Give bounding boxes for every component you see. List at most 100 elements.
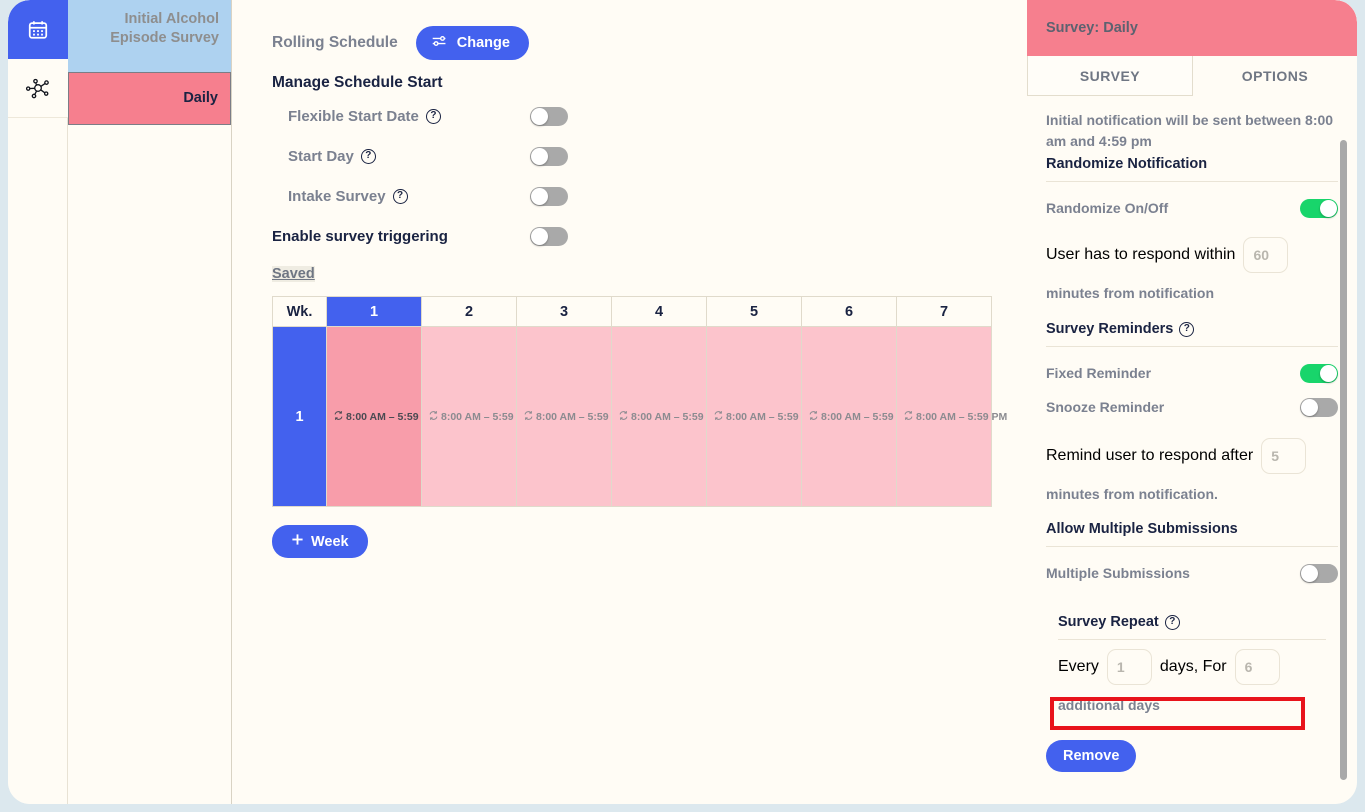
repeat-every-input[interactable] [1106,649,1152,685]
network-icon [25,76,51,100]
main-content: Rolling Schedule Change Manage Schedule … [232,0,1027,804]
tab-label: OPTIONS [1241,68,1309,84]
help-icon[interactable]: ? [360,148,376,164]
repeat-icon [428,410,439,424]
survey-repeat-heading: Survey Repeat ? [1058,614,1326,630]
randomize-label: Randomize On/Off [1046,200,1169,216]
help-icon[interactable]: ? [425,108,441,124]
fixed-reminder-row: Fixed Reminder [1046,356,1338,390]
icon-rail [8,0,68,804]
saved-link[interactable]: Saved [272,266,315,282]
multiple-submissions-label: Multiple Submissions [1046,565,1190,581]
fixed-reminder-toggle[interactable] [1300,363,1338,383]
snooze-reminder-toggle[interactable] [1300,397,1338,417]
tab-options[interactable]: OPTIONS [1193,56,1357,96]
grid-cell-w1-d5[interactable]: 8:00 AM – 5:59 PM [706,326,817,507]
start-day-toggle[interactable] [530,146,568,166]
rail-item-calendar[interactable] [8,0,68,59]
panel-body: Initial notification will be sent betwee… [1027,96,1357,804]
grid-cell-w1-d6[interactable]: 8:00 AM – 5:59 PM [801,326,912,507]
flexible-start-date-toggle[interactable] [530,106,568,126]
respond-within-suffix: minutes from notification [1046,285,1214,301]
randomize-toggle[interactable] [1300,198,1338,218]
option-row-start-day: Start Day ? [272,136,987,176]
grid-cell-w1-d3[interactable]: 8:00 AM – 5:59 PM [516,326,627,507]
survey-list-item-label: Daily [183,89,218,106]
divider [1058,639,1326,640]
change-button-label: Change [456,35,510,51]
schedule-grid-row: 1 8:00 AM – 5:59 PM 8:00 AM – 5:59 PM 8:… [272,326,1007,507]
enable-survey-triggering-toggle[interactable] [530,226,568,246]
grid-header-day-1[interactable]: 1 [326,296,422,327]
options-panel: Survey: Daily SURVEY OPTIONS Initial not… [1027,0,1357,804]
heading-text: Survey Repeat [1058,614,1159,630]
fixed-reminder-label: Fixed Reminder [1046,365,1152,381]
snooze-reminder-row: Snooze Reminder [1046,390,1338,424]
notification-window-text: Initial notification will be sent betwee… [1046,112,1334,149]
grid-header-day-2[interactable]: 2 [421,296,517,327]
help-icon[interactable]: ? [1164,614,1180,630]
heading-text: Allow Multiple Submissions [1046,521,1238,537]
help-icon[interactable]: ? [392,188,408,204]
repeat-icon [523,410,534,424]
grid-cell-w1-d4[interactable]: 8:00 AM – 5:59 PM [611,326,722,507]
respond-within-row: User has to respond within [1046,237,1338,273]
grid-cell-slot: 8:00 AM – 5:59 PM [903,410,1007,424]
grid-cell-w1-d2[interactable]: 8:00 AM – 5:59 PM [421,326,532,507]
plus-icon [291,533,304,550]
option-row-enable-triggering: Enable survey triggering [272,216,987,256]
divider [1046,346,1338,347]
grid-row-header-week-1: 1 [272,326,327,507]
grid-header-day-7[interactable]: 7 [896,296,992,327]
remind-after-row: Remind user to respond after [1046,438,1338,474]
tab-survey[interactable]: SURVEY [1027,56,1193,96]
calendar-icon [27,19,49,41]
repeat-for-input[interactable] [1234,649,1280,685]
repeat-icon [903,410,914,424]
grid-header-day-6[interactable]: 6 [801,296,897,327]
remind-after-suffix: minutes from notification. [1046,486,1218,502]
schedule-grid-header-row: Wk. 1 2 3 4 5 6 7 [272,296,992,327]
divider [1046,546,1338,547]
repeat-additional-days-label: additional days [1058,697,1160,713]
help-icon[interactable]: ? [1179,321,1195,337]
randomize-notification-heading: Randomize Notification [1046,156,1338,172]
survey-reminders-heading: Survey Reminders ? [1046,321,1338,337]
grid-cell-time: 8:00 AM – 5:59 PM [916,410,1008,423]
remove-button[interactable]: Remove [1046,740,1137,772]
grid-header-day-5[interactable]: 5 [706,296,802,327]
survey-list-item-label: Initial Alcohol Episode Survey [110,11,219,47]
remind-after-input[interactable] [1261,438,1307,474]
option-text: Intake Survey [288,187,386,205]
rolling-schedule-row: Rolling Schedule Change [272,26,987,60]
option-row-intake-survey: Intake Survey ? [272,176,987,216]
schedule-grid: Wk. 1 2 3 4 5 6 7 1 8:00 AM – 5:59 PM 8:… [272,296,1007,507]
survey-list-item-daily[interactable]: Daily [68,72,231,125]
option-row-flexible-start-date: Flexible Start Date ? [272,96,987,136]
grid-header-day-4[interactable]: 4 [611,296,707,327]
option-label: Flexible Start Date ? [272,108,530,125]
repeat-icon [713,410,724,424]
grid-cell-w1-d1[interactable]: 8:00 AM – 5:59 PM [326,326,437,507]
option-label: Enable survey triggering [272,228,530,245]
survey-list-item-initial[interactable]: Initial Alcohol Episode Survey [68,0,231,72]
option-label: Intake Survey ? [272,188,530,205]
tab-label: SURVEY [1079,67,1141,84]
heading-text: Randomize Notification [1046,156,1208,172]
repeat-icon [333,410,344,424]
option-text: Enable survey triggering [272,227,448,245]
change-button[interactable]: Change [415,26,529,60]
divider [1046,181,1338,182]
intake-survey-toggle[interactable] [530,186,568,206]
multiple-submissions-row: Multiple Submissions [1046,556,1338,590]
respond-within-input[interactable] [1243,237,1289,273]
grid-cell-w1-d7[interactable]: 8:00 AM – 5:59 PM [896,326,1007,507]
repeat-icon [808,410,819,424]
add-week-button[interactable]: Week [272,525,368,558]
manage-schedule-start-heading: Manage Schedule Start [272,74,443,91]
grid-header-week: Wk. [272,296,327,327]
rail-item-network[interactable] [8,59,68,118]
grid-header-day-3[interactable]: 3 [516,296,612,327]
panel-scrollbar[interactable] [1340,140,1347,780]
multiple-submissions-toggle[interactable] [1300,563,1338,583]
